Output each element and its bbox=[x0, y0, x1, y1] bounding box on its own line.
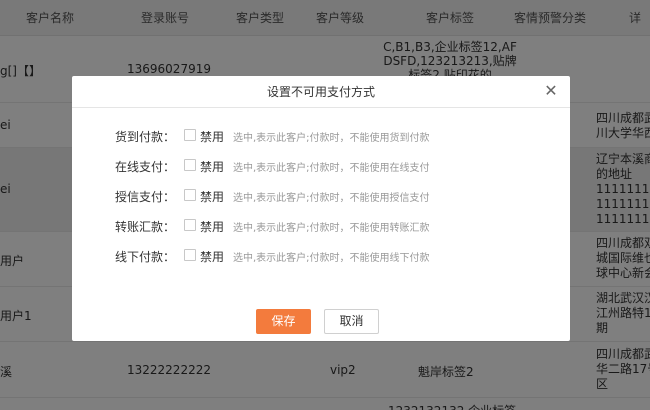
option-description: 选中,表示此客户;付款时，不能使用转账汇款 bbox=[233, 223, 430, 234]
option-description: 选中,表示此客户;付款时，不能使用在线支付 bbox=[233, 163, 430, 174]
option-description: 选中,表示此客户;付款时，不能使用授信支付 bbox=[233, 193, 430, 204]
option-label: 线下付款： bbox=[114, 250, 175, 264]
option-label: 授信支付： bbox=[114, 190, 175, 204]
option-bank-transfer: 转账汇款： 禁用 选中,表示此客户;付款时，不能使用转账汇款 bbox=[72, 216, 570, 236]
modal-header: 设置不可用支付方式 ✕ bbox=[72, 76, 570, 108]
option-label: 在线支付： bbox=[114, 160, 175, 174]
checkbox-text[interactable]: 禁用 bbox=[200, 158, 224, 175]
option-description: 选中,表示此客户;付款时，不能使用线下付款 bbox=[233, 253, 430, 264]
checkbox-text[interactable]: 禁用 bbox=[200, 218, 224, 235]
option-online-payment: 在线支付： 禁用 选中,表示此客户;付款时，不能使用在线支付 bbox=[72, 156, 570, 176]
option-offline-payment: 线下付款： 禁用 选中,表示此客户;付款时，不能使用线下付款 bbox=[72, 246, 570, 266]
option-label: 转账汇款： bbox=[114, 220, 175, 234]
checkbox-text[interactable]: 禁用 bbox=[200, 128, 224, 145]
payment-settings-modal: 设置不可用支付方式 ✕ 货到付款： 禁用 选中,表示此客户;付款时，不能使用货到… bbox=[72, 76, 570, 341]
option-label: 货到付款： bbox=[114, 130, 175, 144]
disable-checkbox-online[interactable] bbox=[184, 159, 196, 171]
checkbox-text[interactable]: 禁用 bbox=[200, 188, 224, 205]
option-cash-on-delivery: 货到付款： 禁用 选中,表示此客户;付款时，不能使用货到付款 bbox=[72, 126, 570, 146]
disable-checkbox-transfer[interactable] bbox=[184, 219, 196, 231]
option-credit-payment: 授信支付： 禁用 选中,表示此客户;付款时，不能使用授信支付 bbox=[72, 186, 570, 206]
save-button[interactable]: 保存 bbox=[256, 309, 311, 334]
cancel-button[interactable]: 取消 bbox=[324, 309, 379, 334]
disable-checkbox-offline[interactable] bbox=[184, 249, 196, 261]
option-description: 选中,表示此客户;付款时，不能使用货到付款 bbox=[233, 133, 430, 144]
close-icon[interactable]: ✕ bbox=[542, 82, 560, 100]
disable-checkbox-cod[interactable] bbox=[184, 129, 196, 141]
disable-checkbox-credit[interactable] bbox=[184, 189, 196, 201]
checkbox-text[interactable]: 禁用 bbox=[200, 248, 224, 265]
modal-title: 设置不可用支付方式 bbox=[266, 85, 375, 99]
